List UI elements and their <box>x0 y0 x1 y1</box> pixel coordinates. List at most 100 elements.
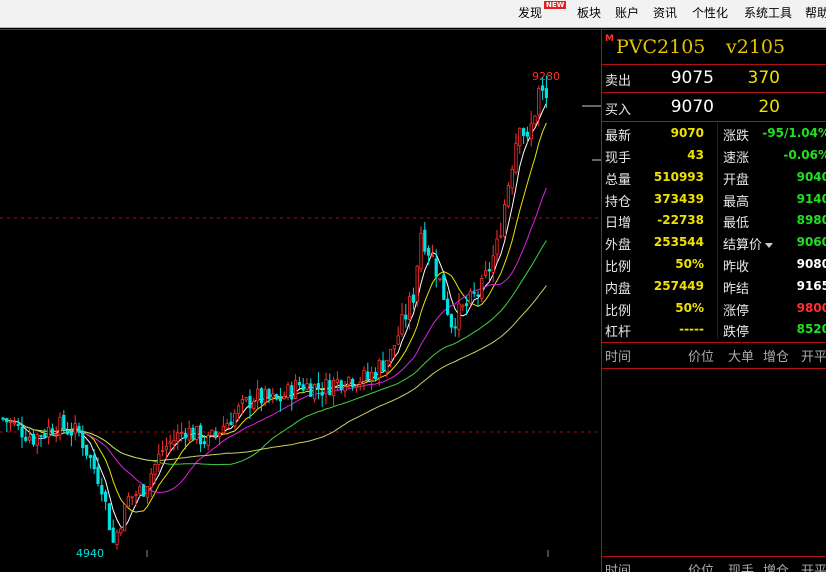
candle-up <box>236 405 241 414</box>
candle-up <box>233 412 237 427</box>
candle-down <box>20 426 24 438</box>
candle-down <box>404 314 408 320</box>
trades-header-time: 时间 <box>605 350 632 365</box>
candle-up <box>187 427 191 441</box>
candle-up <box>335 378 340 383</box>
candle-down <box>423 229 427 252</box>
candle-down <box>202 441 206 445</box>
candle-up <box>518 128 522 147</box>
trades-header-price: 价位 <box>688 350 715 365</box>
menu-sectors[interactable]: 板块 <box>577 4 601 21</box>
candle-up <box>35 434 39 446</box>
candle-up <box>491 255 495 273</box>
menu-system-tools[interactable]: 系统工具 <box>744 4 792 21</box>
candle-down <box>274 394 279 400</box>
stat-value-inner-volume: 257449 <box>653 279 704 293</box>
candle-up <box>210 429 214 436</box>
candle-up <box>252 401 256 410</box>
candle-up <box>8 421 13 423</box>
candle-up <box>358 381 362 385</box>
stat-value-outer-volume: 253544 <box>653 235 704 249</box>
candle-down <box>191 427 195 440</box>
stat-value-inner-ratio: 50% <box>675 301 704 315</box>
stat-label-outer-ratio: 比例 <box>605 260 632 275</box>
candle-down <box>92 455 96 470</box>
candle-down <box>453 326 457 329</box>
candle-down <box>426 248 431 256</box>
stat-value-last-volume: 43 <box>687 148 704 162</box>
stat-label-open: 开盘 <box>723 173 750 188</box>
candle-up <box>506 185 511 207</box>
candle-down <box>411 294 416 303</box>
menu-discover[interactable]: 发现 <box>518 4 542 21</box>
candle-down <box>339 380 343 390</box>
candle-up <box>461 304 465 308</box>
candle-down <box>198 425 203 445</box>
candle-down <box>464 303 469 306</box>
candle-down <box>107 503 111 531</box>
candle-down <box>1 417 5 420</box>
candle-down <box>39 435 43 437</box>
stat-value-open: 9040 <box>796 170 826 184</box>
new-badge: NEW <box>544 1 567 9</box>
bid-price: 9070 <box>670 97 714 117</box>
stat-label-inner-ratio: 比例 <box>605 304 632 319</box>
stat-label-outer-volume: 外盘 <box>605 238 632 253</box>
menu-help[interactable]: 帮助 <box>805 4 826 21</box>
candle-up <box>407 296 412 320</box>
divider <box>602 556 826 557</box>
stat-value-latest: 9070 <box>670 126 704 140</box>
trades-header-open-close: 开平 <box>801 350 826 365</box>
ask-volume: 370 <box>747 68 780 88</box>
candle-down <box>522 128 526 136</box>
candle-up <box>12 422 16 425</box>
candle-down <box>290 385 294 400</box>
menu-account[interactable]: 账户 <box>615 4 639 21</box>
candle-up <box>217 432 222 438</box>
candle-down <box>472 292 476 294</box>
candle-up <box>377 360 381 378</box>
candle-up <box>362 370 366 382</box>
candle-up <box>396 335 400 345</box>
stat-value-speed: -0.06% <box>783 148 826 162</box>
divider <box>602 342 826 343</box>
ask-label: 卖出 <box>605 74 632 89</box>
candle-down <box>259 388 264 404</box>
kline-svg[interactable]: 9280 4940 <box>0 30 601 572</box>
candle-up <box>483 270 488 276</box>
candle-up <box>149 473 153 488</box>
candle-up <box>529 123 533 140</box>
candle-down <box>31 433 36 445</box>
candle-up <box>164 445 168 450</box>
column-divider <box>717 123 718 339</box>
bid-volume: 20 <box>758 97 780 117</box>
menu-personalize[interactable]: 个性化 <box>692 4 728 21</box>
candle-up <box>347 376 351 385</box>
candle-down <box>301 384 305 391</box>
stat-label-inner-volume: 内盘 <box>605 282 632 297</box>
stat-label-last-volume: 现手 <box>605 151 632 166</box>
contract-code: v2105 <box>726 36 786 58</box>
candle-up <box>331 379 336 396</box>
candle-down <box>328 380 332 396</box>
kline-chart[interactable]: 9280 4940 <box>0 29 601 572</box>
stat-value-high: 9140 <box>796 192 826 206</box>
candle-up <box>153 464 157 475</box>
candle-up <box>369 371 374 381</box>
candle-up <box>286 384 290 398</box>
candle-down <box>141 484 146 497</box>
contract-symbol: PVC2105 <box>616 36 706 58</box>
ticks-header-open-close: 开平 <box>801 564 826 572</box>
candle-up <box>537 88 541 116</box>
candle-up <box>514 142 518 173</box>
stat-value-open-interest: 373439 <box>653 192 704 206</box>
stat-value-total-volume: 510993 <box>653 170 704 184</box>
candle-down <box>85 444 89 456</box>
candle-down <box>96 466 100 484</box>
moving-average-lines <box>2 103 547 529</box>
stat-label-limit-up: 涨停 <box>723 304 750 319</box>
ma-line-40 <box>2 240 547 466</box>
menu-news[interactable]: 资讯 <box>653 4 677 21</box>
candle-up <box>54 433 58 436</box>
stat-value-daily-change: -22738 <box>657 213 704 227</box>
